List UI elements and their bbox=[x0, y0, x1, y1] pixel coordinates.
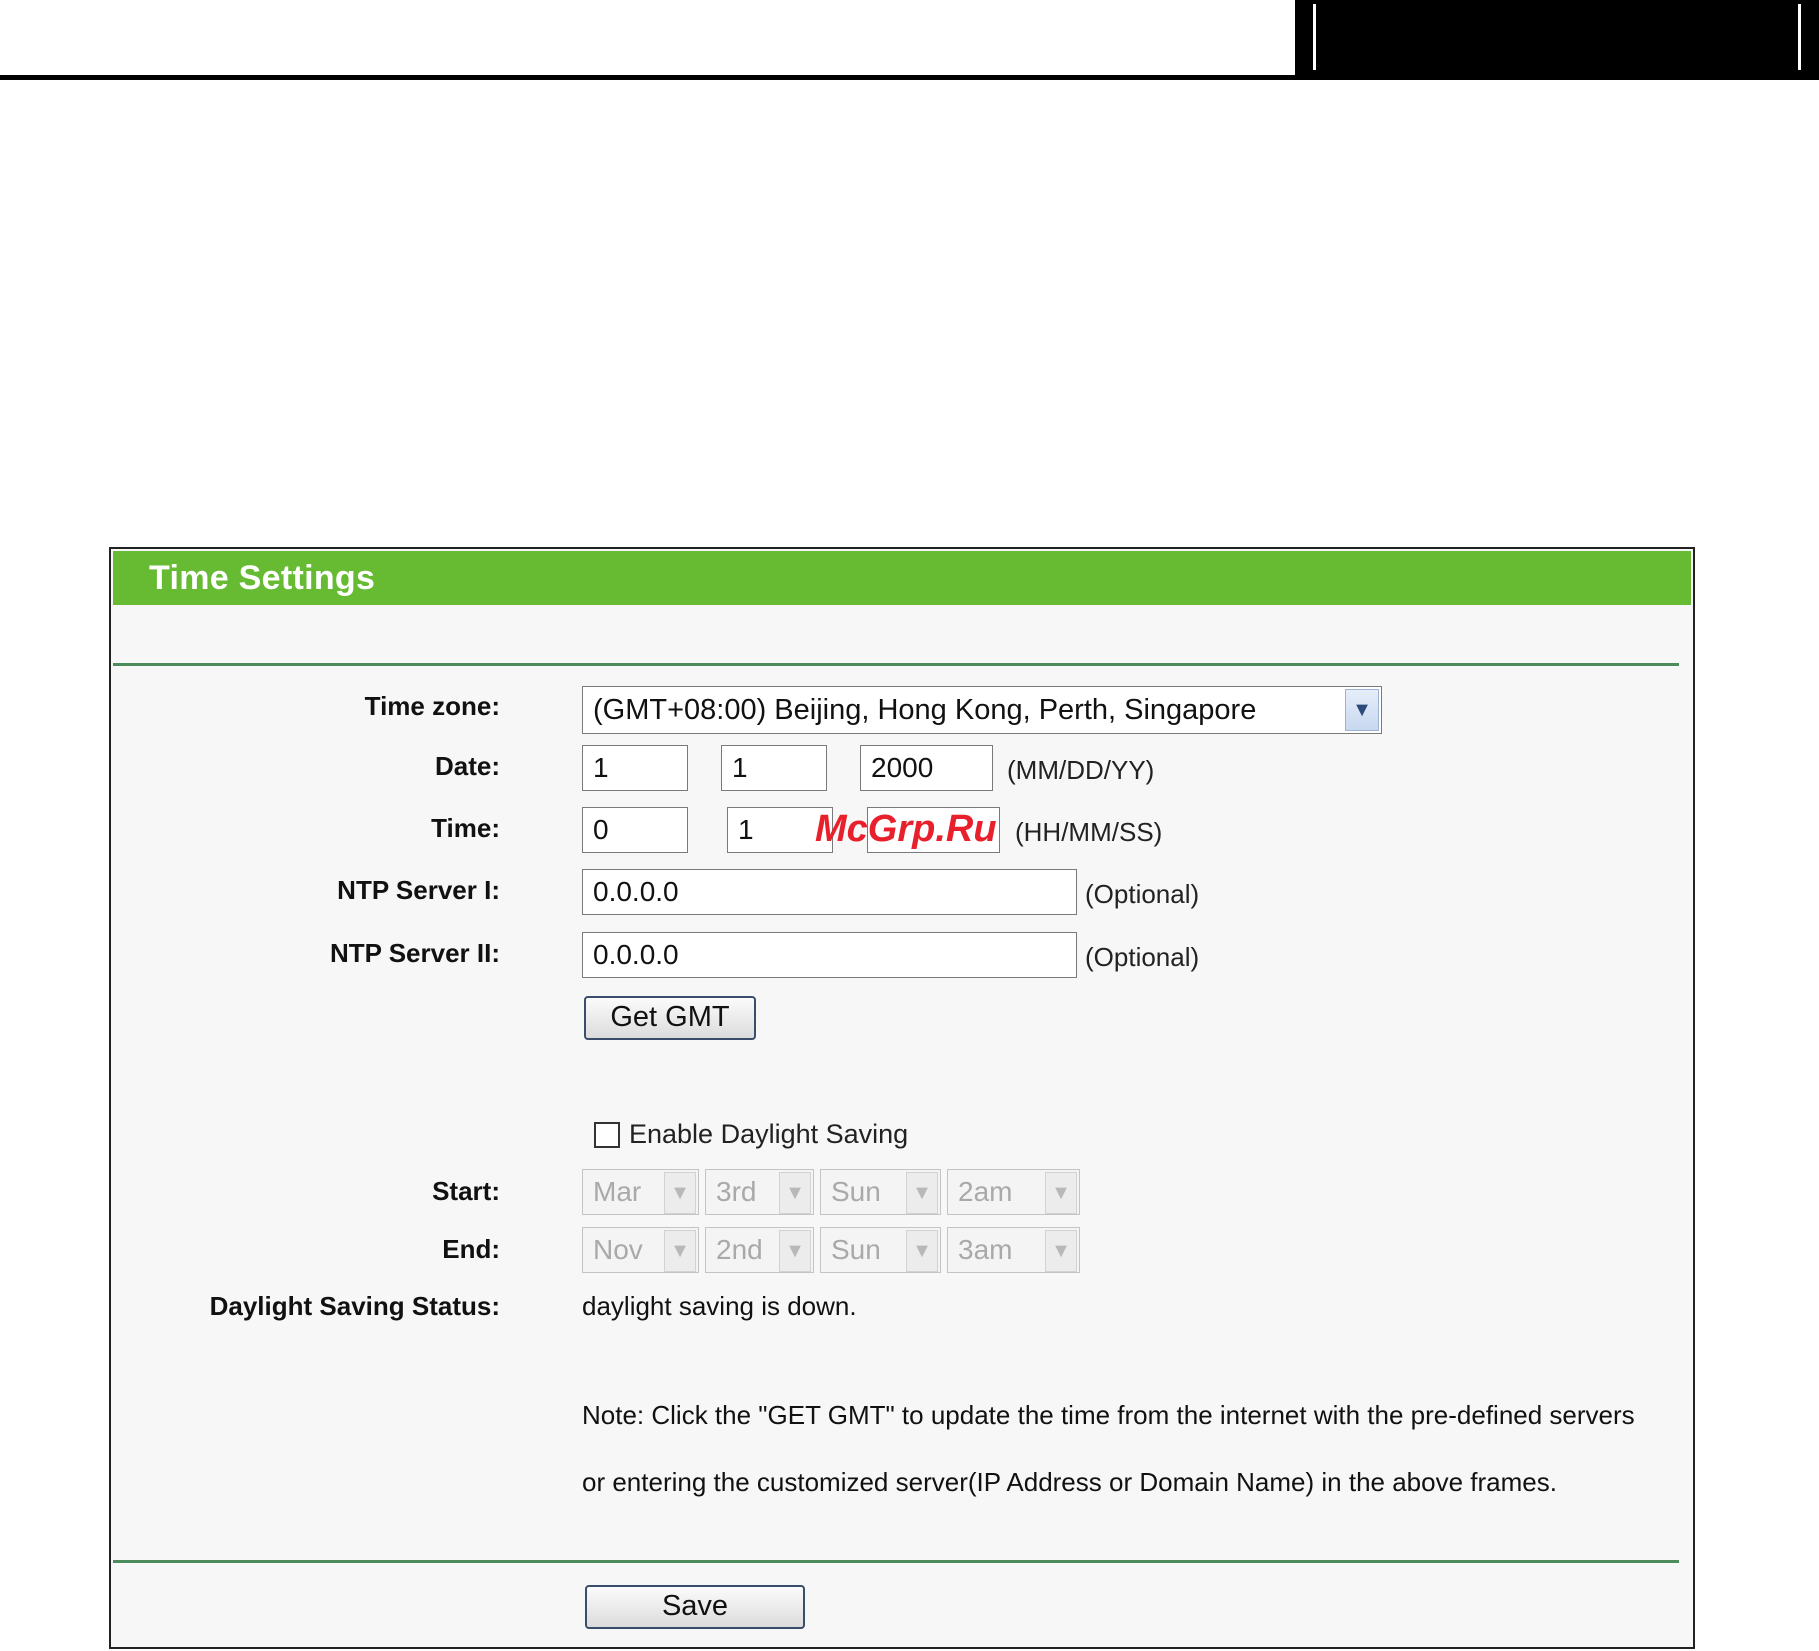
ntp-server-1-hint: (Optional) bbox=[1085, 879, 1200, 909]
date-year-input[interactable]: 2000 bbox=[860, 745, 993, 791]
ntp-server-1-input[interactable]: 0.0.0.0 bbox=[582, 869, 1077, 915]
bottom-divider bbox=[113, 1560, 1679, 1563]
time-label: Time: bbox=[431, 813, 500, 843]
chevron-down-icon[interactable]: ▼ bbox=[664, 1230, 696, 1272]
chevron-down-icon[interactable]: ▼ bbox=[779, 1230, 811, 1272]
header-notch-right bbox=[1798, 4, 1801, 70]
end-week-value: 2nd bbox=[716, 1234, 763, 1265]
timezone-value: (GMT+08:00) Beijing, Hong Kong, Perth, S… bbox=[593, 694, 1257, 726]
note-line-2: or entering the customized server(IP Add… bbox=[582, 1467, 1557, 1497]
daylight-status-value: daylight saving is down. bbox=[582, 1291, 857, 1321]
start-month-select[interactable]: Mar ▼ bbox=[582, 1169, 699, 1215]
end-label: End: bbox=[442, 1234, 500, 1264]
time-settings-panel: Time Settings Time zone: (GMT+08:00) Bei… bbox=[109, 547, 1695, 1649]
end-day-select[interactable]: Sun ▼ bbox=[820, 1227, 941, 1273]
date-day-input[interactable]: 1 bbox=[721, 745, 827, 791]
daylight-status-label: Daylight Saving Status: bbox=[209, 1291, 500, 1321]
end-week-select[interactable]: 2nd ▼ bbox=[705, 1227, 814, 1273]
chevron-down-icon[interactable]: ▼ bbox=[664, 1172, 696, 1214]
start-day-select[interactable]: Sun ▼ bbox=[820, 1169, 941, 1215]
time-format-hint: (HH/MM/SS) bbox=[1015, 817, 1163, 847]
timezone-label: Time zone: bbox=[364, 691, 500, 721]
chevron-down-icon[interactable]: ▼ bbox=[1345, 689, 1379, 731]
end-hour-value: 3am bbox=[958, 1234, 1013, 1265]
panel-title: Time Settings bbox=[149, 559, 376, 597]
chevron-down-icon[interactable]: ▼ bbox=[906, 1230, 938, 1272]
ntp-server-2-label: NTP Server II: bbox=[329, 938, 500, 968]
ntp-server-2-hint: (Optional) bbox=[1085, 942, 1200, 972]
start-hour-select[interactable]: 2am ▼ bbox=[947, 1169, 1080, 1215]
daylight-saving-checkbox-label: Enable Daylight Saving bbox=[629, 1119, 909, 1149]
start-month-value: Mar bbox=[593, 1176, 642, 1207]
ntp-server-1-label: NTP Server I: bbox=[337, 875, 500, 905]
time-hour-input[interactable]: 0 bbox=[582, 807, 688, 853]
timezone-select[interactable]: (GMT+08:00) Beijing, Hong Kong, Perth, S… bbox=[582, 686, 1382, 734]
end-day-value: Sun bbox=[831, 1234, 881, 1265]
end-month-value: Nov bbox=[593, 1234, 643, 1265]
start-hour-value: 2am bbox=[958, 1176, 1013, 1207]
note-line-1: Note: Click the "GET GMT" to update the … bbox=[582, 1400, 1635, 1430]
chevron-down-icon[interactable]: ▼ bbox=[906, 1172, 938, 1214]
start-label: Start: bbox=[432, 1176, 500, 1206]
ntp-server-2-input[interactable]: 0.0.0.0 bbox=[582, 932, 1077, 978]
top-divider bbox=[113, 663, 1679, 666]
panel-header: Time Settings bbox=[113, 551, 1691, 605]
page-header-block bbox=[1295, 0, 1819, 78]
start-week-select[interactable]: 3rd ▼ bbox=[705, 1169, 814, 1215]
date-label: Date: bbox=[434, 751, 500, 781]
watermark-text: McGrp.Ru bbox=[815, 808, 997, 850]
chevron-down-icon[interactable]: ▼ bbox=[1045, 1230, 1077, 1272]
end-hour-select[interactable]: 3am ▼ bbox=[947, 1227, 1080, 1273]
start-day-value: Sun bbox=[831, 1176, 881, 1207]
end-month-select[interactable]: Nov ▼ bbox=[582, 1227, 699, 1273]
header-notch-left bbox=[1313, 4, 1316, 70]
chevron-down-icon[interactable]: ▼ bbox=[1045, 1172, 1077, 1214]
start-week-value: 3rd bbox=[716, 1176, 757, 1207]
get-gmt-button[interactable]: Get GMT bbox=[584, 996, 756, 1040]
date-month-input[interactable]: 1 bbox=[582, 745, 688, 791]
date-format-hint: (MM/DD/YY) bbox=[1007, 755, 1155, 785]
save-button[interactable]: Save bbox=[585, 1585, 805, 1629]
chevron-down-icon[interactable]: ▼ bbox=[779, 1172, 811, 1214]
daylight-saving-checkbox[interactable] bbox=[594, 1122, 620, 1148]
